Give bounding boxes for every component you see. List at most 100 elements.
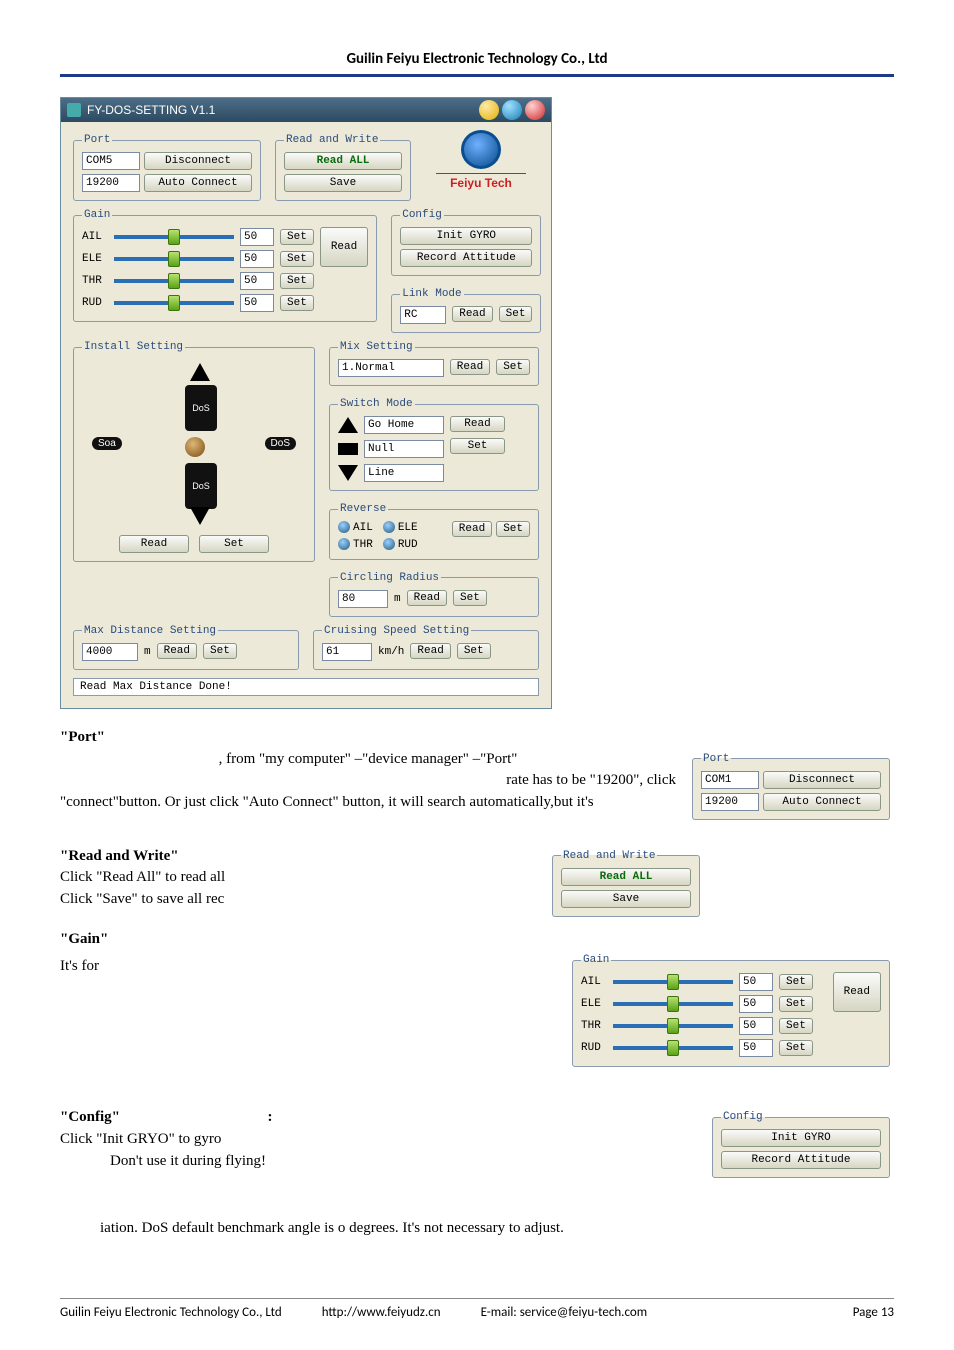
gain-thr-input[interactable] [240,272,274,290]
chip-bottom: DoS [185,463,217,509]
snip-record-attitude[interactable]: Record Attitude [721,1151,881,1169]
rev-ele[interactable]: ELE [383,521,418,534]
snip-rud-set[interactable]: Set [779,1040,813,1056]
gain-ail-input[interactable] [240,228,274,246]
cruise-input[interactable] [322,643,372,661]
snippet-config: Config Init GYRO Record Attitude [708,1107,894,1182]
cruise-read-button[interactable]: Read [410,643,450,659]
reverse-legend: Reverse [338,503,388,515]
baud-select[interactable]: 19200 [82,174,140,192]
link-set-button[interactable]: Set [499,306,533,322]
gain-thr-label: THR [82,275,108,287]
rev-ail[interactable]: AIL [338,521,373,534]
switch-down-select[interactable]: Line [364,464,444,482]
cruise-set-button[interactable]: Set [457,643,491,659]
link-legend: Link Mode [400,288,463,300]
link-select[interactable]: RC [400,306,446,324]
chip-top: DoS [185,385,217,431]
gain-rud-set[interactable]: Set [280,295,314,311]
mix-read-button[interactable]: Read [450,359,490,375]
gain-fieldset: Gain AILSet ELESet THRSet RUDSet Read [73,209,377,322]
gain-ele-label: ELE [82,253,108,265]
snip-ail-input[interactable] [739,973,773,991]
snip-ele-set[interactable]: Set [779,996,813,1012]
snip-com-select[interactable]: COM1 [701,771,759,789]
arrow-up-icon [190,363,210,381]
gain-ele-slider[interactable] [114,257,234,261]
record-attitude-button[interactable]: Record Attitude [400,249,532,267]
maxdist-set-button[interactable]: Set [203,643,237,659]
maxdist-input[interactable] [82,643,138,661]
switch-set-button[interactable]: Set [450,438,505,454]
footer-email: E-mail: service@feiyu-tech.com [481,1305,648,1320]
snip-config-legend: Config [721,1111,765,1123]
snip-save-button[interactable]: Save [561,890,691,908]
footer-url: http://www.feiyudz.cn [322,1305,441,1320]
gain-ail-slider[interactable] [114,235,234,239]
close-icon[interactable] [525,100,545,120]
maxdist-read-button[interactable]: Read [157,643,197,659]
rw-line2: Click "Save" to save all rec [60,889,894,911]
gain-ail-set[interactable]: Set [280,229,314,245]
snip-ail-slider[interactable] [613,980,733,984]
switch-up-icon [338,417,358,433]
switch-read-button[interactable]: Read [450,416,505,432]
mix-select[interactable]: 1.Normal [338,359,444,377]
com-select[interactable]: COM5 [82,152,140,170]
snippet-gain: Gain AILSet ELESet THRSet RUDSet Read [568,950,894,1071]
circling-input[interactable] [338,590,388,608]
install-read-button[interactable]: Read [119,535,189,553]
maxdist-legend: Max Distance Setting [82,625,218,637]
reverse-set-button[interactable]: Set [496,521,530,537]
snip-ele-slider[interactable] [613,1002,733,1006]
logo-text: Feiyu Tech [436,173,526,190]
switch-up-select[interactable]: Go Home [364,416,444,434]
gain-ele-input[interactable] [240,250,274,268]
snip-thr-set[interactable]: Set [779,1018,813,1034]
minimize-icon[interactable] [479,100,499,120]
circling-set-button[interactable]: Set [453,590,487,606]
snip-rud-input[interactable] [739,1039,773,1057]
gain-thr-slider[interactable] [114,279,234,283]
install-legend: Install Setting [82,341,185,353]
reverse-read-button[interactable]: Read [452,521,492,537]
snip-baud-select[interactable]: 19200 [701,793,759,811]
rev-thr[interactable]: THR [338,538,373,551]
snip-disconnect-button[interactable]: Disconnect [763,771,881,789]
disconnect-button[interactable]: Disconnect [144,152,252,170]
mix-fieldset: Mix Setting 1.Normal Read Set [329,341,539,386]
init-gyro-button[interactable]: Init GYRO [400,227,532,245]
gain-ele-set[interactable]: Set [280,251,314,267]
brand-logo: Feiyu Tech [421,130,541,190]
mix-set-button[interactable]: Set [496,359,530,375]
snip-thr-input[interactable] [739,1017,773,1035]
snip-init-gyro[interactable]: Init GYRO [721,1129,881,1147]
snip-readall-button[interactable]: Read ALL [561,868,691,886]
rev-rud[interactable]: RUD [383,538,418,551]
snippet-rw: Read and Write Read ALL Save [548,846,704,921]
gain-read-button[interactable]: Read [320,227,368,267]
install-set-button[interactable]: Set [199,535,269,553]
cruise-legend: Cruising Speed Setting [322,625,471,637]
gain-rud-slider[interactable] [114,301,234,305]
read-all-button[interactable]: Read ALL [284,152,402,170]
gain-thr-set[interactable]: Set [280,273,314,289]
snip-gain-read[interactable]: Read [833,972,881,1012]
link-fieldset: Link Mode RC Read Set [391,288,541,333]
gain-ail-label: AIL [82,231,108,243]
circling-read-button[interactable]: Read [407,590,447,606]
switch-mid-select[interactable]: Null [364,440,444,458]
snip-ail-set[interactable]: Set [779,974,813,990]
footer-page: Page 13 [853,1305,894,1320]
snip-ele-input[interactable] [739,995,773,1013]
maximize-icon[interactable] [502,100,522,120]
snip-thr-slider[interactable] [613,1024,733,1028]
gain-rud-input[interactable] [240,294,274,312]
snip-auto-button[interactable]: Auto Connect [763,793,881,811]
snip-rud-slider[interactable] [613,1046,733,1050]
switch-down-icon [338,465,358,481]
save-button[interactable]: Save [284,174,402,192]
auto-connect-button[interactable]: Auto Connect [144,174,252,192]
cruise-fieldset: Cruising Speed Setting km/h Read Set [313,625,539,670]
link-read-button[interactable]: Read [452,306,492,322]
